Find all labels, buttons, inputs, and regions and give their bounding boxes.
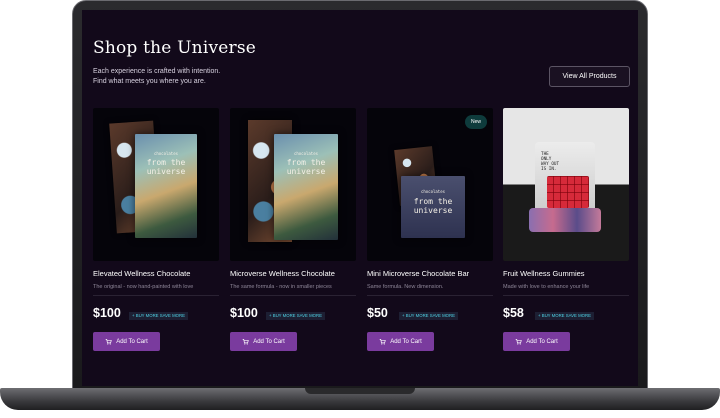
product-name[interactable]: Microverse Wellness Chocolate	[230, 269, 335, 278]
divider	[93, 295, 219, 296]
divider	[503, 295, 629, 296]
add-to-cart-label: Add To Cart	[116, 338, 148, 345]
product-card[interactable]: chocolates from the universe Microverse …	[230, 108, 356, 368]
view-all-products-button[interactable]: View All Products	[549, 66, 630, 87]
box-text-line-1: from the	[286, 158, 326, 167]
box-text-line-2: universe	[413, 206, 453, 215]
box-text-line-2: universe	[146, 167, 186, 176]
page-subtitle: Each experience is crafted with intentio…	[93, 67, 323, 87]
product-price: $100	[230, 306, 258, 320]
product-card[interactable]: chocolates from the universe Elevated We…	[93, 108, 219, 368]
product-name[interactable]: Fruit Wellness Gummies	[503, 269, 585, 278]
add-to-cart-button[interactable]: Add To Cart	[93, 332, 160, 351]
buy-more-badge: + BUY MORE SAVE MORE	[266, 312, 325, 320]
box-text-line-2: universe	[286, 167, 326, 176]
subtitle-line-1: Each experience is crafted with intentio…	[93, 68, 221, 75]
product-image[interactable]: chocolates from the universe	[93, 108, 219, 261]
cart-icon	[242, 339, 249, 345]
product-image[interactable]: New chocolates from the universe	[367, 108, 493, 261]
product-description: Made with love to enhance your life	[503, 284, 590, 290]
add-to-cart-label: Add To Cart	[390, 338, 422, 345]
new-badge: New	[465, 115, 487, 129]
product-price: $100	[93, 306, 121, 320]
product-price: $50	[367, 306, 388, 320]
page-title: Shop the Universe	[93, 38, 257, 58]
chocolate-box-art: chocolates from the universe	[135, 134, 197, 238]
product-description: The same formula - now in smaller pieces	[230, 284, 332, 290]
gummy-tin-base	[529, 208, 601, 232]
chocolate-box-art: chocolates from the universe	[401, 176, 465, 238]
product-name[interactable]: Mini Microverse Chocolate Bar	[367, 269, 469, 278]
product-price: $58	[503, 306, 524, 320]
divider	[367, 295, 493, 296]
cart-icon	[515, 339, 522, 345]
buy-more-badge: + BUY MORE SAVE MORE	[535, 312, 594, 320]
product-card[interactable]: New chocolates from the universe Mini Mi…	[367, 108, 493, 368]
laptop-notch	[305, 388, 415, 394]
add-to-cart-label: Add To Cart	[253, 338, 285, 345]
box-text-line-1: from the	[413, 197, 453, 206]
add-to-cart-label: Add To Cart	[526, 338, 558, 345]
tin-text-line: IS IN.	[541, 167, 557, 172]
laptop-screen: Shop the Universe Each experience is cra…	[82, 10, 638, 386]
tin-text: THE ONLY WAY OUT IS IN.	[541, 152, 559, 172]
buy-more-badge: + BUY MORE SAVE MORE	[399, 312, 458, 320]
add-to-cart-button[interactable]: Add To Cart	[367, 332, 434, 351]
box-text-small: chocolates	[420, 189, 446, 194]
product-image[interactable]: chocolates from the universe	[230, 108, 356, 261]
box-text-line-1: from the	[146, 158, 186, 167]
product-card[interactable]: THE ONLY WAY OUT IS IN. Fruit Wellness G…	[503, 108, 629, 368]
product-image[interactable]: THE ONLY WAY OUT IS IN.	[503, 108, 629, 261]
chocolate-box-art: chocolates from the universe	[274, 134, 338, 240]
box-text-small: chocolates	[153, 151, 179, 156]
subtitle-line-2: Find what meets you where you are.	[93, 78, 206, 85]
product-description: Same formula. New dimension.	[367, 284, 444, 290]
product-name[interactable]: Elevated Wellness Chocolate	[93, 269, 190, 278]
divider	[230, 295, 356, 296]
box-text-small: chocolates	[293, 151, 319, 156]
add-to-cart-button[interactable]: Add To Cart	[503, 332, 570, 351]
add-to-cart-button[interactable]: Add To Cart	[230, 332, 297, 351]
cart-icon	[379, 339, 386, 345]
gummies-art	[547, 176, 589, 208]
cart-icon	[105, 339, 112, 345]
buy-more-badge: + BUY MORE SAVE MORE	[129, 312, 188, 320]
product-description: The original - now hand-painted with lov…	[93, 284, 194, 290]
